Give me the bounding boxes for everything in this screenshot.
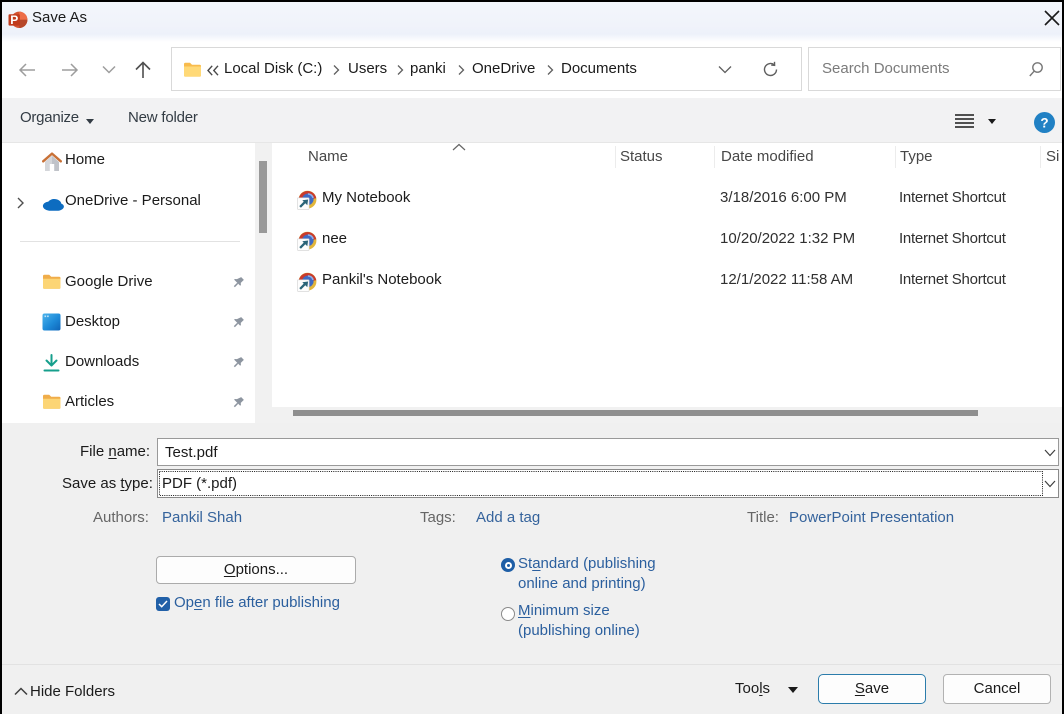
svg-text:P: P (10, 13, 18, 27)
svg-text:?: ? (1040, 115, 1048, 130)
